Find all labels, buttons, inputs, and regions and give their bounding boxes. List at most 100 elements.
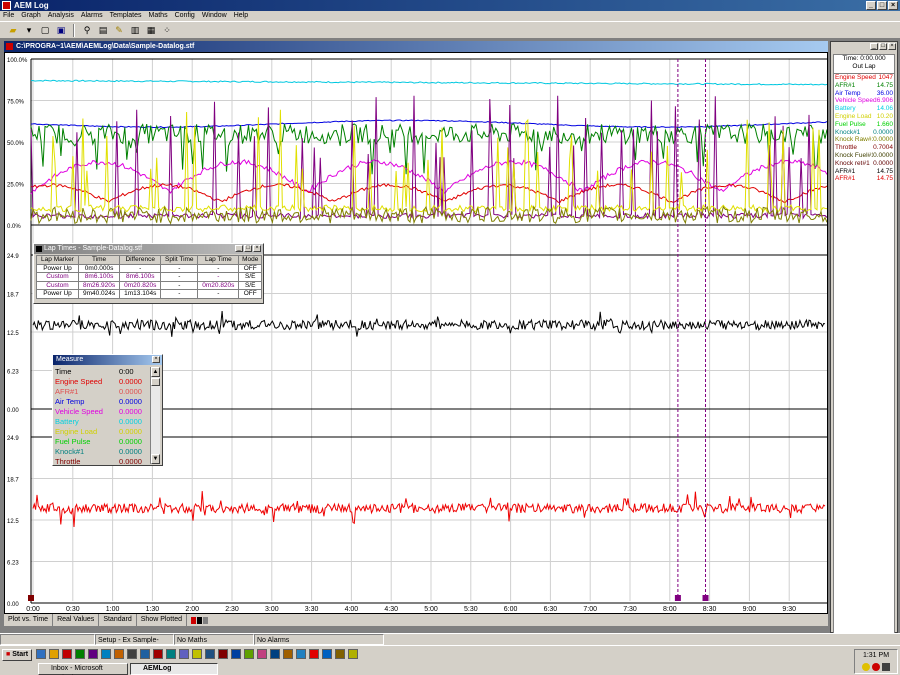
clock[interactable]: 1:31 PM — [855, 650, 897, 661]
list-item[interactable]: Air Temp 36.00 — [834, 90, 894, 98]
ruler-icon[interactable]: ▥ — [128, 24, 142, 37]
quick-launch-icon[interactable] — [257, 649, 267, 659]
scroll-down-icon[interactable]: ▼ — [151, 454, 160, 464]
menu-window[interactable]: Window — [202, 11, 227, 21]
quick-launch-icon[interactable] — [114, 649, 124, 659]
table-icon[interactable]: ▤ — [96, 24, 110, 37]
menu-templates[interactable]: Templates — [110, 11, 142, 21]
quick-launch-icon[interactable] — [179, 649, 189, 659]
list-item[interactable]: AFR#1 0.0000 — [55, 387, 151, 397]
measure-icon[interactable]: ✎ — [112, 24, 126, 37]
close-icon[interactable]: × — [253, 245, 261, 252]
document-icon[interactable] — [6, 43, 13, 50]
table-row[interactable]: Custom 8m26.920s 0m20.820s -0m20.820s S/E — [36, 280, 262, 290]
quick-launch-icon[interactable] — [244, 649, 254, 659]
chart-icon[interactable]: ▦ — [144, 24, 158, 37]
minimize-icon[interactable]: _ — [235, 245, 243, 252]
measure-scrollbar[interactable]: ▲ ▼ — [150, 367, 160, 464]
close-icon[interactable]: × — [888, 1, 898, 10]
values-mode-status[interactable]: Real Values — [53, 614, 100, 626]
list-item[interactable]: Battery 0.0000 — [55, 417, 151, 427]
app-icon[interactable] — [2, 1, 11, 10]
table-row[interactable]: Custom 8m6.100s 8m6.100s - - S/E — [36, 272, 262, 282]
col-difference[interactable]: Difference — [119, 255, 162, 265]
list-item[interactable]: Knock Fuel#1 0.0000 — [834, 152, 894, 160]
quick-launch-icon[interactable] — [88, 649, 98, 659]
menu-config[interactable]: Config — [175, 11, 195, 21]
list-item[interactable]: Vehicle Speed 6.906 — [834, 97, 894, 105]
list-item[interactable]: Knock Raw#1 0.0000 — [834, 136, 894, 144]
quick-launch-icon[interactable] — [166, 649, 176, 659]
col-lap-time[interactable]: Lap Time — [197, 255, 240, 265]
plot-mode-status[interactable]: Plot vs. Time — [4, 614, 54, 626]
list-item[interactable]: Throttle 0.0000 — [55, 457, 151, 464]
quick-launch-icon[interactable] — [348, 649, 358, 659]
show-status[interactable]: Show Plotted — [137, 614, 187, 626]
quick-launch-icon[interactable] — [296, 649, 306, 659]
list-item[interactable]: Knock ret#1 0.0000 — [834, 160, 894, 168]
scatter-icon[interactable]: ⁘ — [160, 24, 174, 37]
list-item[interactable]: Time 0:00 — [55, 367, 151, 377]
quick-launch-icon[interactable] — [75, 649, 85, 659]
list-item[interactable]: AFR#1 14.75 — [834, 175, 894, 183]
lap-times-title-bar[interactable]: Lap Times - Sample-Datalog.stf _ □ × — [34, 244, 263, 254]
minimize-icon[interactable]: _ — [870, 43, 878, 50]
close-icon[interactable]: × — [888, 43, 896, 50]
quick-launch-icon[interactable] — [309, 649, 319, 659]
list-item[interactable]: Throttle 0.7004 — [834, 144, 894, 152]
quick-launch-icon[interactable] — [192, 649, 202, 659]
scroll-up-icon[interactable]: ▲ — [151, 367, 160, 377]
zoom-icon[interactable]: ⚲ — [80, 24, 94, 37]
col-time[interactable]: Time — [77, 255, 121, 265]
measure-title-bar[interactable]: Measure × — [53, 355, 162, 365]
maximize-icon[interactable]: □ — [879, 43, 887, 50]
quick-launch-icon[interactable] — [231, 649, 241, 659]
quick-launch-icon[interactable] — [153, 649, 163, 659]
list-item[interactable]: AFR#1 14.75 — [834, 82, 894, 90]
plot-canvas[interactable]: 0:00 0:30 1:00 1:30 2:00 2:30 3:00 3:30 4:00 4:30… — [5, 53, 828, 614]
start-button[interactable]: ■ Start — [2, 649, 32, 661]
quick-launch-icon[interactable] — [36, 649, 46, 659]
col-mode[interactable]: Mode — [238, 255, 262, 265]
close-icon[interactable]: × — [152, 356, 160, 363]
save-icon[interactable]: ▣ — [54, 24, 68, 37]
menu-help[interactable]: Help — [234, 11, 248, 21]
tray-alert-icon[interactable] — [872, 663, 880, 671]
col-lap-marker[interactable]: Lap Marker — [36, 255, 79, 265]
scroll-thumb[interactable] — [151, 378, 160, 386]
plot-area[interactable]: 0:00 0:30 1:00 1:30 2:00 2:30 3:00 3:30 4:00 4:30… — [4, 52, 828, 614]
measure-window[interactable]: Measure × Time 0:00 Engine Speed 0.0000 AFR#… — [52, 354, 163, 466]
menu-graph[interactable]: Graph — [21, 11, 40, 21]
task-outlook[interactable]: Inbox - Microsoft Outlook — [38, 663, 128, 675]
quick-launch-icon[interactable] — [49, 649, 59, 659]
list-item[interactable]: Fuel Pulse 0.0000 — [55, 437, 151, 447]
list-item[interactable]: Air Temp 0.0000 — [55, 397, 151, 407]
open-folder-icon[interactable]: ▰ — [6, 24, 20, 37]
table-row[interactable]: Power Up 9m40.024s 1m13.104s - - OFF — [36, 289, 262, 299]
menu-maths[interactable]: Maths — [149, 11, 168, 21]
table-row[interactable]: Power Up 0m0.000s - - - OFF — [36, 263, 262, 273]
list-item[interactable]: Engine Speed 0.0000 — [55, 377, 151, 387]
minimize-icon[interactable]: _ — [866, 1, 876, 10]
quick-launch-icon[interactable] — [283, 649, 293, 659]
task-aemlog[interactable]: AEMLog — [130, 663, 218, 675]
lap-times-window[interactable]: Lap Times - Sample-Datalog.stf _ □ × Lap… — [33, 243, 264, 304]
maximize-icon[interactable]: □ — [244, 245, 252, 252]
menu-alarms[interactable]: Alarms — [81, 11, 103, 21]
quick-launch-icon[interactable] — [218, 649, 228, 659]
menu-file[interactable]: File — [3, 11, 14, 21]
list-item[interactable]: Engine Load 10.20 — [834, 113, 894, 121]
list-item[interactable]: Fuel Pulse 1.660 — [834, 121, 894, 129]
quick-launch-icon[interactable] — [127, 649, 137, 659]
list-item[interactable]: Engine Load 0.0000 — [55, 427, 151, 437]
new-document-icon[interactable]: ▢ — [38, 24, 52, 37]
maximize-icon[interactable]: □ — [877, 1, 887, 10]
col-split-time[interactable]: Split Time — [160, 255, 199, 265]
tray-volume-icon[interactable] — [882, 663, 890, 671]
list-item[interactable]: Battery 14.06 — [834, 105, 894, 113]
menu-analysis[interactable]: Analysis — [48, 11, 74, 21]
quick-launch-icon[interactable] — [140, 649, 150, 659]
quick-launch-icon[interactable] — [270, 649, 280, 659]
dropdown-arrow-icon[interactable]: ▾ — [22, 24, 36, 37]
tray-smiley-icon[interactable] — [862, 663, 870, 671]
